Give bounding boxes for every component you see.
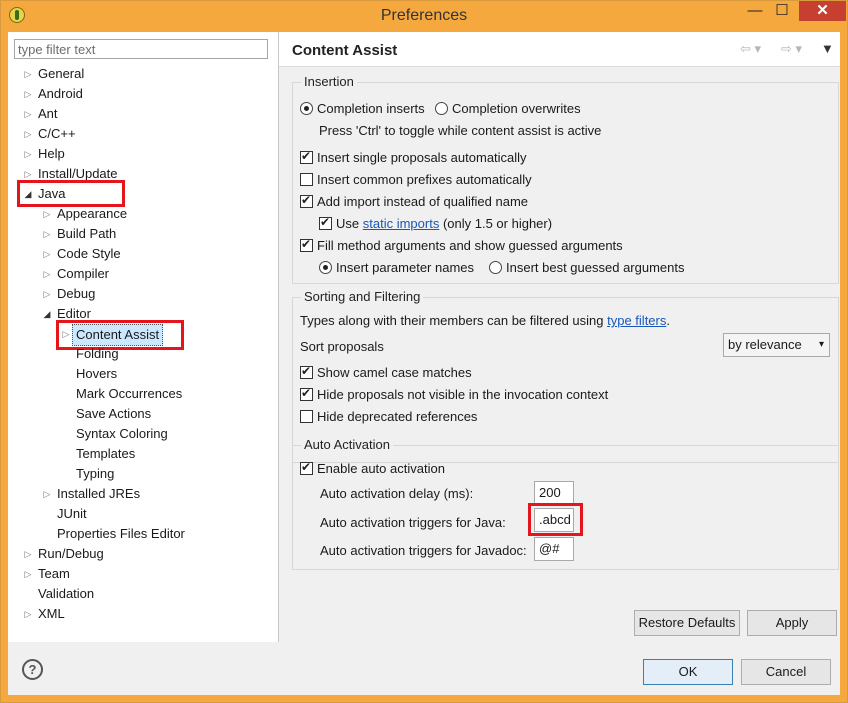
- checkbox-icon[interactable]: [300, 460, 313, 475]
- chevron-down-icon: ▾: [818, 339, 824, 350]
- insertion-group: Insertion Completion inserts Completion …: [292, 74, 839, 284]
- expand-arrow-icon[interactable]: ▷: [41, 484, 53, 504]
- completion-inserts-radio[interactable]: Completion inserts: [300, 101, 425, 116]
- java-triggers-label: Auto activation triggers for Java:: [320, 515, 506, 530]
- radio-icon[interactable]: [435, 102, 448, 115]
- collapse-arrow-icon[interactable]: ◢: [41, 304, 53, 324]
- page-header: Content Assist ⇦ ▾ ⇨ ▾ ▼: [279, 32, 840, 67]
- view-menu-icon[interactable]: ▼: [821, 41, 834, 56]
- expand-arrow-icon[interactable]: ▷: [22, 564, 34, 584]
- insertion-group-title: Insertion: [301, 74, 357, 89]
- delay-input[interactable]: 200: [534, 481, 574, 505]
- window-title: Preferences: [380, 7, 468, 24]
- radio-icon[interactable]: [319, 261, 332, 274]
- completion-overwrites-radio[interactable]: Completion overwrites: [435, 101, 581, 116]
- type-filters-link[interactable]: type filters: [607, 313, 666, 328]
- toggle-hint-text: Press 'Ctrl' to toggle while content ass…: [319, 123, 602, 138]
- checkbox-icon[interactable]: [300, 386, 313, 401]
- highlight-java: [17, 180, 125, 207]
- camel-case-checkbox[interactable]: Show camel case matches: [300, 364, 472, 380]
- preference-tree-pane: ▷General ▷Android ▷Ant ▷C/C++ ▷Help ▷Ins…: [8, 32, 279, 642]
- expand-arrow-icon[interactable]: ▷: [22, 104, 34, 124]
- checkbox-icon[interactable]: [300, 173, 313, 186]
- fill-method-checkbox[interactable]: Fill method arguments and show guessed a…: [300, 237, 623, 253]
- use-static-imports-checkbox[interactable]: Use static imports (only 1.5 or higher): [319, 215, 552, 231]
- preferences-window: Preferences — ☐ ✕ ▷General ▷Android ▷Ant…: [0, 0, 848, 703]
- maximize-button[interactable]: ☐: [769, 1, 795, 21]
- dialog-client-area: ▷General ▷Android ▷Ant ▷C/C++ ▷Help ▷Ins…: [8, 32, 840, 695]
- forward-arrow-icon[interactable]: ⇨ ▾: [781, 41, 802, 57]
- expand-arrow-icon[interactable]: ▷: [22, 604, 34, 624]
- radio-icon[interactable]: [489, 261, 502, 274]
- type-filters-text: Types along with their members can be fi…: [300, 313, 670, 328]
- preference-page: Content Assist ⇦ ▾ ⇨ ▾ ▼ Insertion Compl…: [279, 32, 840, 642]
- javadoc-triggers-input[interactable]: @#: [534, 537, 574, 561]
- back-arrow-icon[interactable]: ⇦ ▾: [740, 41, 761, 57]
- expand-arrow-icon[interactable]: ▷: [41, 264, 53, 284]
- checkbox-icon[interactable]: [300, 237, 313, 252]
- insert-best-guessed-radio[interactable]: Insert best guessed arguments: [489, 260, 685, 275]
- checkbox-icon[interactable]: [300, 410, 313, 423]
- help-icon[interactable]: ?: [22, 659, 43, 680]
- apply-button[interactable]: Apply: [747, 610, 837, 636]
- expand-arrow-icon[interactable]: ▷: [22, 144, 34, 164]
- restore-defaults-button[interactable]: Restore Defaults: [634, 610, 740, 636]
- checkbox-icon[interactable]: [319, 215, 332, 230]
- hide-deprecated-checkbox[interactable]: Hide deprecated references: [300, 409, 477, 424]
- checkbox-icon[interactable]: [300, 149, 313, 164]
- add-import-checkbox[interactable]: Add import instead of qualified name: [300, 193, 528, 209]
- radio-icon[interactable]: [300, 102, 313, 115]
- expand-arrow-icon[interactable]: ▷: [22, 84, 34, 104]
- close-button[interactable]: ✕: [799, 1, 846, 21]
- sorting-group-title: Sorting and Filtering: [301, 289, 424, 304]
- hide-not-visible-checkbox[interactable]: Hide proposals not visible in the invoca…: [300, 386, 608, 402]
- expand-arrow-icon[interactable]: ▷: [41, 244, 53, 264]
- title-bar[interactable]: Preferences — ☐ ✕: [1, 1, 847, 32]
- javadoc-triggers-label: Auto activation triggers for Javadoc:: [320, 543, 527, 558]
- sort-proposals-select[interactable]: by relevance ▾: [723, 333, 830, 357]
- static-imports-link[interactable]: static imports: [363, 216, 440, 231]
- insert-parameter-names-radio[interactable]: Insert parameter names: [319, 260, 474, 275]
- cancel-button[interactable]: Cancel: [741, 659, 831, 685]
- expand-arrow-icon[interactable]: ▷: [22, 64, 34, 84]
- ok-button[interactable]: OK: [643, 659, 733, 685]
- expand-arrow-icon[interactable]: ▷: [41, 204, 53, 224]
- insert-single-checkbox[interactable]: Insert single proposals automatically: [300, 149, 527, 165]
- filter-input[interactable]: [14, 39, 268, 59]
- highlight-java-triggers: [528, 503, 583, 536]
- delay-label: Auto activation delay (ms):: [320, 486, 474, 501]
- expand-arrow-icon[interactable]: ▷: [41, 224, 53, 244]
- enable-auto-activation-checkbox[interactable]: Enable auto activation: [300, 460, 445, 476]
- sort-proposals-label: Sort proposals: [300, 339, 384, 354]
- auto-activation-group-title: Auto Activation: [301, 437, 393, 452]
- minimize-button[interactable]: —: [742, 1, 768, 21]
- page-title: Content Assist: [292, 42, 398, 59]
- checkbox-icon[interactable]: [300, 193, 313, 208]
- expand-arrow-icon[interactable]: ▷: [41, 284, 53, 304]
- checkbox-icon[interactable]: [300, 364, 313, 379]
- expand-arrow-icon[interactable]: ▷: [22, 124, 34, 144]
- insert-common-checkbox[interactable]: Insert common prefixes automatically: [300, 172, 532, 187]
- expand-arrow-icon[interactable]: ▷: [22, 544, 34, 564]
